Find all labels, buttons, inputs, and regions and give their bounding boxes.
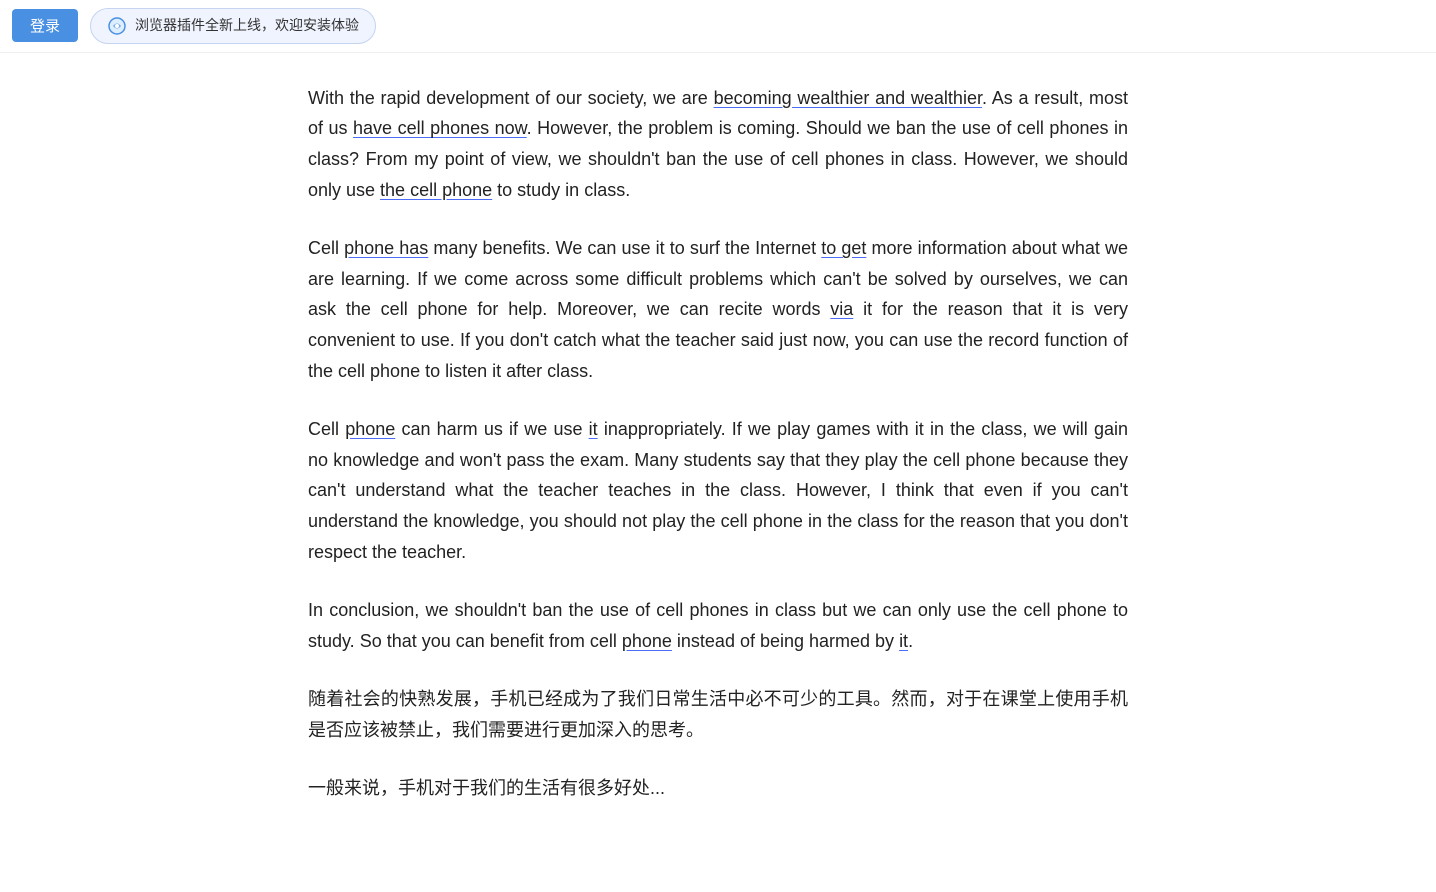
link-it-3[interactable]: it — [589, 419, 598, 439]
para6-cn-text: 一般来说，手机对于我们的生活有很多好处... — [308, 778, 665, 798]
content-area: With the rapid development of our societ… — [268, 53, 1168, 892]
paragraph-5-chinese: 随着社会的快熟发展，手机已经成为了我们日常生活中必不可少的工具。然而，对于在课堂… — [308, 684, 1128, 745]
top-bar: 登录 浏览器插件全新上线，欢迎安装体验 — [0, 0, 1436, 53]
link-phone-3[interactable]: phone — [345, 419, 395, 439]
link-it-4[interactable]: it — [899, 631, 908, 651]
para3-text: Cell phone can harm us if we use it inap… — [308, 419, 1128, 561]
plugin-banner[interactable]: 浏览器插件全新上线，欢迎安装体验 — [90, 8, 376, 44]
paragraph-2: Cell phone has many benefits. We can use… — [308, 233, 1128, 386]
paragraph-1: With the rapid development of our societ… — [308, 83, 1128, 205]
link-phone-4[interactable]: phone — [622, 631, 672, 651]
para4-text: In conclusion, we shouldn't ban the use … — [308, 600, 1128, 651]
banner-text: 浏览器插件全新上线，欢迎安装体验 — [135, 14, 359, 38]
link-to-get[interactable]: to get — [821, 238, 866, 258]
link-becoming-wealthier[interactable]: becoming wealthier and wealthier — [714, 88, 982, 108]
plugin-icon — [107, 16, 127, 36]
para2-text: Cell phone has many benefits. We can use… — [308, 238, 1128, 380]
paragraph-3: Cell phone can harm us if we use it inap… — [308, 414, 1128, 567]
login-button[interactable]: 登录 — [12, 9, 78, 42]
paragraph-6-chinese: 一般来说，手机对于我们的生活有很多好处... — [308, 773, 1128, 804]
para5-cn-text: 随着社会的快熟发展，手机已经成为了我们日常生活中必不可少的工具。然而，对于在课堂… — [308, 689, 1128, 740]
link-the-cell-phone[interactable]: the cell phone — [380, 180, 492, 200]
link-via[interactable]: via — [830, 299, 853, 319]
link-phone-has[interactable]: phone has — [344, 238, 428, 258]
para1-text: With the rapid development of our societ… — [308, 88, 1128, 200]
link-have-cell-phones[interactable]: have cell phones now — [353, 118, 527, 138]
paragraph-4: In conclusion, we shouldn't ban the use … — [308, 595, 1128, 656]
